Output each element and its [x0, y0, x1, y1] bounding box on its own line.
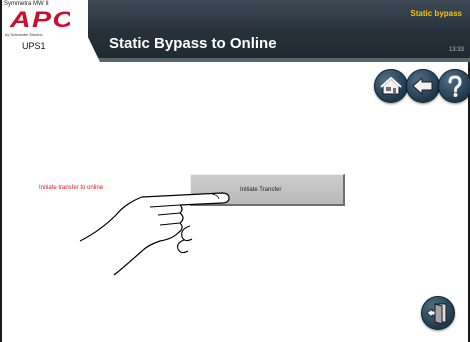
operating-mode-label: Static bypass	[410, 9, 462, 18]
help-button[interactable]	[438, 69, 470, 103]
help-icon	[448, 75, 462, 97]
screen-frame: Symmetra MW II APC by Schneider Electric…	[0, 0, 470, 342]
apc-logo: APC	[10, 7, 75, 32]
clock-label: 13:33	[448, 47, 464, 53]
home-icon	[380, 77, 402, 95]
page-title: Static Bypass to Online	[109, 35, 277, 52]
exit-button[interactable]	[421, 296, 455, 330]
exit-door-icon	[426, 303, 447, 325]
logo-panel-corner	[70, 0, 100, 62]
ups-name-label: UPS1	[22, 41, 46, 51]
back-button[interactable]	[406, 69, 440, 103]
pointing-hand-illustration	[79, 192, 230, 276]
brand-line-label: by Schneider Electric	[5, 32, 43, 37]
back-arrow-icon	[412, 77, 433, 95]
home-button[interactable]	[374, 69, 408, 103]
